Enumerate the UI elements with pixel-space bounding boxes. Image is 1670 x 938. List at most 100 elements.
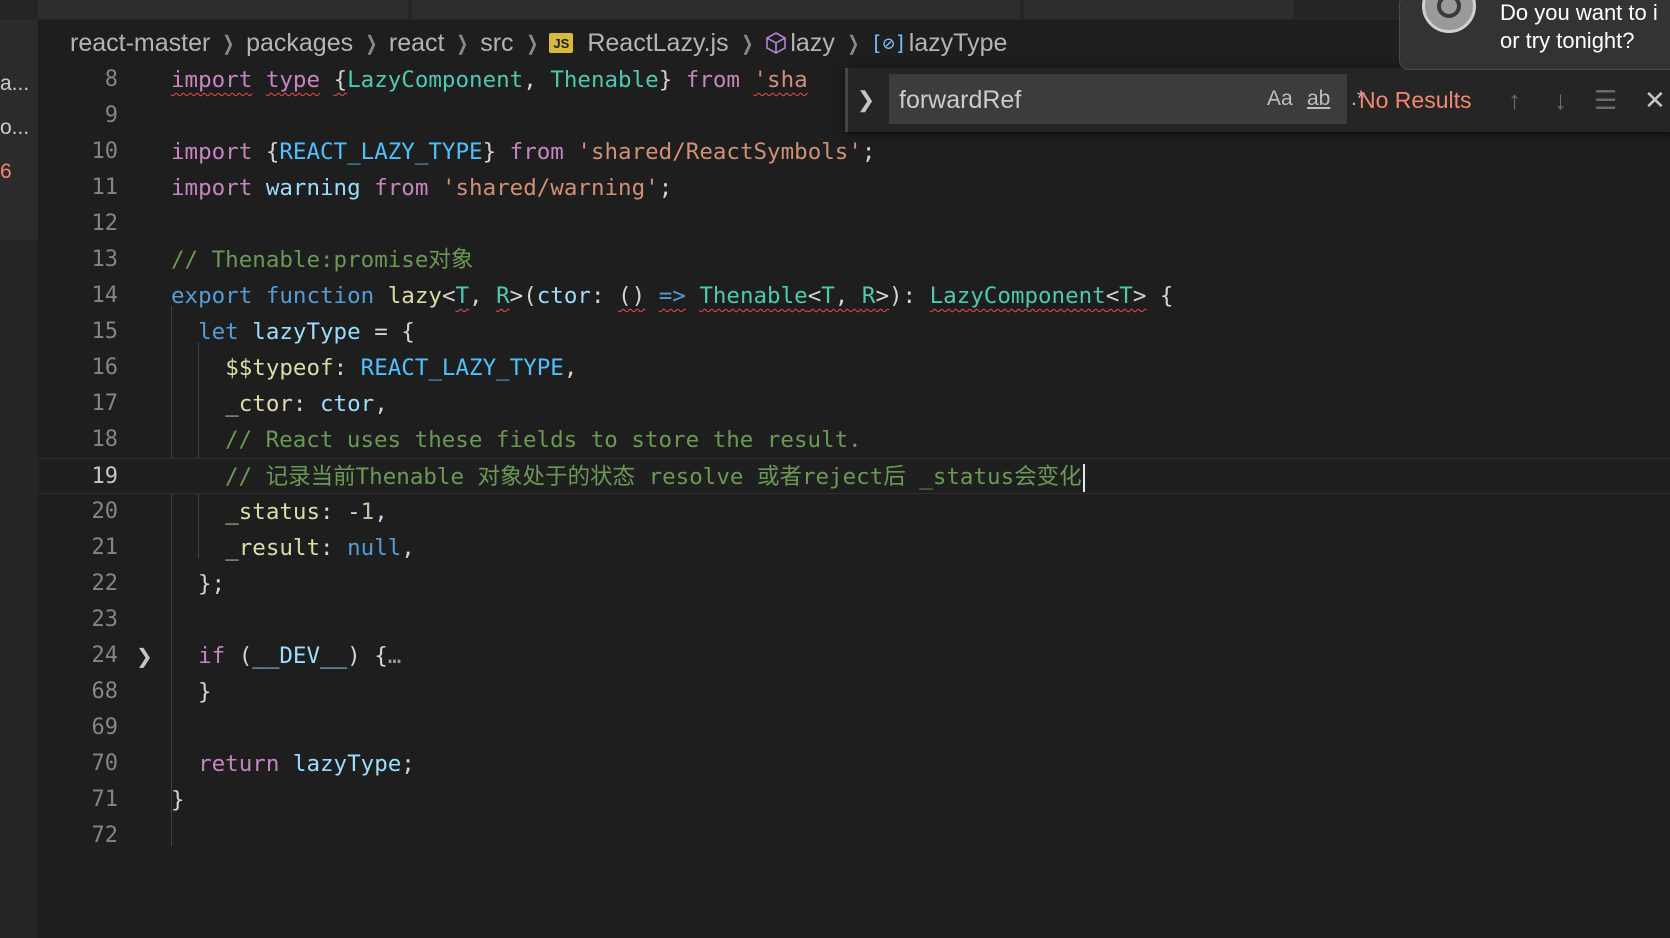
code-text: }; — [198, 571, 226, 597]
chevron-right-icon: ❯ — [365, 32, 378, 55]
toggle-replace-chevron-icon[interactable]: ❯ — [854, 68, 878, 132]
next-match-arrow-icon[interactable]: ↓ — [1554, 68, 1567, 132]
code-text: return lazyType; — [198, 751, 415, 777]
line-number: 19 — [91, 464, 119, 489]
code-text: import {REACT_LAZY_TYPE} from 'shared/Re… — [171, 139, 876, 165]
line-number: 20 — [91, 499, 119, 524]
breadcrumb-item[interactable]: react-master — [70, 29, 210, 58]
line-number: 16 — [91, 355, 119, 380]
line-number: 9 — [104, 103, 118, 128]
code-line: 18 // React uses these fields to store t… — [38, 422, 1670, 458]
line-number: 8 — [104, 67, 118, 92]
line-number: 13 — [91, 247, 119, 272]
line-number: 11 — [91, 175, 119, 200]
line-number: 15 — [91, 319, 119, 344]
symbol-variable-icon: [⊘] — [870, 31, 907, 55]
line-number: 71 — [91, 787, 119, 812]
explorer-item[interactable]: a... — [0, 72, 29, 96]
explorer-strip: a... o... 6 — [0, 20, 38, 240]
close-icon[interactable]: ✕ — [1644, 68, 1666, 132]
breadcrumb-item[interactable]: react — [389, 29, 445, 58]
code-text: _ctor: ctor, — [225, 391, 388, 417]
chevron-right-icon: ❯ — [741, 32, 753, 55]
code-line: 68 } — [38, 674, 1670, 710]
chevron-right-icon: ❯ — [222, 32, 235, 55]
problem-count[interactable]: 6 — [0, 160, 12, 184]
breadcrumb-item[interactable]: src — [480, 29, 513, 58]
line-number: 10 — [91, 139, 119, 164]
editor-tab[interactable] — [412, 0, 1020, 19]
notification-text: Do you want to i or try tonight? — [1500, 0, 1658, 55]
code-line: 17 _ctor: ctor, — [38, 386, 1670, 422]
code-line-current: 19 // 记录当前Thenable 对象处于的状态 resolve 或者rej… — [38, 458, 1670, 494]
code-line: 11 import warning from 'shared/warning'; — [38, 170, 1670, 206]
chevron-right-icon: ❯ — [456, 32, 469, 55]
code-text: _status: -1, — [225, 499, 388, 525]
line-number: 14 — [91, 283, 119, 308]
line-number: 70 — [91, 751, 119, 776]
code-line: 16 $$typeof: REACT_LAZY_TYPE, — [38, 350, 1670, 386]
code-line: 71 } — [38, 782, 1670, 818]
line-number: 18 — [91, 427, 119, 452]
system-notification[interactable]: Do you want to i or try tonight? — [1399, 0, 1670, 70]
find-input[interactable] — [889, 74, 1221, 126]
code-text: $$typeof: REACT_LAZY_TYPE, — [225, 355, 578, 381]
match-case-button[interactable]: Aa — [1267, 74, 1293, 124]
editor-tab[interactable] — [38, 0, 408, 19]
code-comment: // 记录当前Thenable 对象处于的状态 resolve 或者reject… — [225, 464, 1082, 490]
line-number: 23 — [91, 607, 119, 632]
code-line: 23 — [38, 602, 1670, 638]
code-line: 13 // Thenable:promise对象 — [38, 242, 1670, 278]
code-comment: // Thenable:promise对象 — [171, 247, 474, 273]
code-line: 21 _result: null, — [38, 530, 1670, 566]
breadcrumb-item[interactable]: lazy — [790, 29, 834, 58]
find-in-selection-icon[interactable]: ☰ — [1594, 68, 1617, 132]
code-editor[interactable]: 8 import type {LazyComponent, Thenable} … — [38, 62, 1670, 938]
code-line: 22 }; — [38, 566, 1670, 602]
symbol-method-icon — [766, 32, 787, 54]
code-line: 70 return lazyType; — [38, 746, 1670, 782]
code-text: _result: null, — [225, 535, 415, 561]
code-text: // 记录当前Thenable 对象处于的状态 resolve 或者reject… — [225, 459, 1085, 495]
line-number: 72 — [91, 823, 119, 848]
code-comment: // React uses these fields to store the … — [225, 427, 862, 453]
line-number: 21 — [91, 535, 119, 560]
fold-chevron-icon[interactable]: ❯ — [136, 638, 153, 674]
breadcrumb-item[interactable]: ReactLazy.js — [587, 29, 728, 58]
code-text: let lazyType = { — [198, 319, 415, 345]
code-line: 10 import {REACT_LAZY_TYPE} from 'shared… — [38, 134, 1670, 170]
notification-line: or try tonight? — [1500, 28, 1635, 53]
code-line: 69 — [38, 710, 1670, 746]
breadcrumb: react-master ❯ packages ❯ react ❯ src ❯ … — [70, 24, 1007, 62]
breadcrumb-item[interactable]: lazyType — [909, 29, 1008, 58]
line-number: 12 — [91, 211, 119, 236]
code-line: 15 let lazyType = { — [38, 314, 1670, 350]
notification-line: Do you want to i — [1500, 0, 1658, 25]
chevron-right-icon: ❯ — [526, 32, 538, 55]
code-line: 20 _status: -1, — [38, 494, 1670, 530]
line-number: 24 — [91, 643, 119, 668]
code-text: } — [171, 787, 185, 813]
code-text: export function lazy<T, R>(ctor: () => T… — [171, 283, 1174, 309]
editor-tab[interactable] — [1024, 0, 1294, 19]
breadcrumb-item[interactable]: packages — [246, 29, 353, 58]
settings-gear-icon — [1422, 0, 1476, 33]
match-whole-word-button[interactable]: ab — [1307, 74, 1330, 124]
find-status: No Results — [1359, 87, 1472, 113]
line-number: 68 — [91, 679, 119, 704]
previous-match-arrow-icon[interactable]: ↑ — [1508, 68, 1521, 132]
javascript-file-icon: JS — [549, 33, 574, 53]
code-line: 12 — [38, 206, 1670, 242]
code-text: import warning from 'shared/warning'; — [171, 175, 673, 201]
explorer-item[interactable]: o... — [0, 116, 29, 140]
code-text: if (__DEV__) {… — [198, 643, 402, 669]
find-widget: ❯ Aa ab .* No Results ↑ ↓ ☰ ✕ — [845, 68, 1670, 132]
code-line: 14 export function lazy<T, R>(ctor: () =… — [38, 278, 1670, 314]
code-line: 72 — [38, 818, 1670, 854]
find-input-box: Aa ab .* — [889, 74, 1365, 126]
code-text: import type {LazyComponent, Thenable} fr… — [171, 67, 808, 93]
code-text: } — [198, 679, 212, 705]
line-number: 69 — [91, 715, 119, 740]
code-line-folded: 24 ❯ if (__DEV__) {… — [38, 638, 1670, 674]
line-number: 22 — [91, 571, 119, 596]
